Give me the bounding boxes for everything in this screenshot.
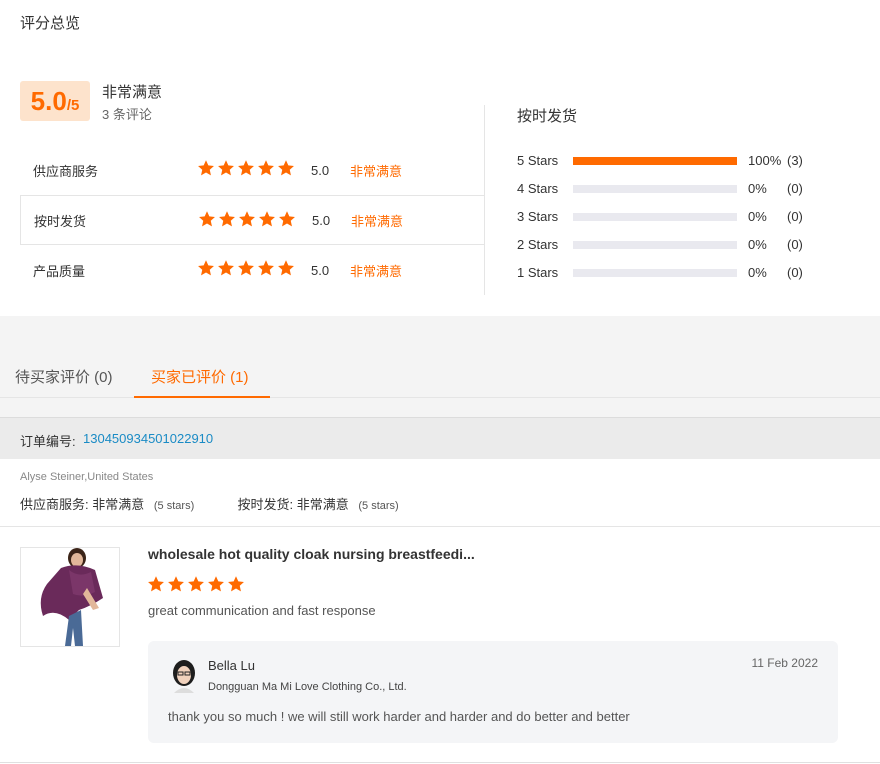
supplier-reply: Bella Lu Dongguan Ma Mi Love Clothing Co…	[148, 641, 838, 743]
category-level: 非常满意	[351, 213, 404, 229]
star-icon	[237, 259, 255, 277]
star-icon	[217, 259, 235, 277]
distribution-percent: 0%	[748, 181, 767, 196]
category-value: 5.0	[311, 162, 330, 178]
review-text: great communication and fast response	[148, 603, 376, 618]
distribution-label: 4 Stars	[517, 181, 559, 196]
sub-rating-stars: (5 stars)	[358, 500, 399, 512]
distribution-title: 按时发货	[517, 108, 578, 125]
distribution-percent: 100%	[748, 153, 782, 168]
star-icon	[277, 259, 295, 277]
product-image	[21, 548, 119, 646]
star-icon	[187, 575, 205, 593]
star-icon	[207, 575, 225, 593]
order-number-label: 订单编号:	[20, 434, 76, 449]
star-icon	[217, 159, 235, 177]
distribution-bar-fill	[573, 157, 737, 165]
distribution-label: 1 Stars	[517, 265, 559, 280]
distribution-count: (0)	[787, 209, 803, 224]
sub-rating-stars: (5 stars)	[153, 500, 195, 512]
distribution-bar	[573, 241, 737, 249]
sub-ratings: 供应商服务: 非常满意 (5 stars) 按时发货: 非常满意 (5 star…	[20, 494, 399, 513]
distribution-row: 2 Stars 0% (0)	[517, 237, 817, 253]
star-rating	[198, 210, 296, 228]
distribution-row: 5 Stars 100% (3)	[517, 153, 817, 169]
category-name: 供应商服务	[33, 163, 99, 179]
distribution-count: (0)	[787, 181, 803, 196]
star-icon	[218, 210, 236, 228]
distribution-label: 2 Stars	[517, 237, 559, 252]
distribution-percent: 0%	[748, 209, 767, 224]
star-rating	[197, 159, 295, 177]
reply-text: thank you so much ! we will still work h…	[168, 709, 630, 724]
distribution-count: (3)	[787, 153, 803, 168]
category-value: 5.0	[312, 212, 331, 228]
star-icon	[258, 210, 276, 228]
order-number-link[interactable]: 130450934501022910	[83, 431, 213, 446]
category-value: 5.0	[311, 262, 330, 278]
tab-buyer-reviewed[interactable]: 买家已评价 (1)	[151, 366, 249, 387]
sub-rating-level: 非常满意	[296, 497, 349, 512]
category-name: 按时发货	[34, 213, 87, 229]
product-title-link[interactable]: wholesale hot quality cloak nursing brea…	[148, 546, 475, 562]
sub-rating-level: 非常满意	[92, 497, 145, 512]
star-icon	[167, 575, 185, 593]
star-icon	[198, 210, 216, 228]
distribution-bar	[573, 213, 737, 221]
star-icon	[197, 159, 215, 177]
divider	[0, 762, 880, 763]
distribution-label: 3 Stars	[517, 209, 559, 224]
distribution-bar	[573, 185, 737, 193]
reviewer-name: Alyse Steiner,United States	[20, 471, 154, 483]
reply-company-name: Dongguan Ma Mi Love Clothing Co., Ltd.	[208, 681, 407, 693]
star-rating	[197, 259, 295, 277]
category-row-supplier-service: 供应商服务 5.0 非常满意	[20, 145, 485, 195]
distribution-label: 5 Stars	[517, 153, 559, 168]
distribution-percent: 0%	[748, 265, 767, 280]
product-thumbnail[interactable]	[20, 547, 120, 647]
star-icon	[227, 575, 245, 593]
distribution-row: 4 Stars 0% (0)	[517, 181, 817, 197]
star-icon	[277, 159, 295, 177]
vertical-divider	[484, 105, 485, 295]
distribution-percent: 0%	[748, 237, 767, 252]
order-header: 订单编号: 130450934501022910	[0, 417, 880, 459]
review-count: 3 条评论	[102, 107, 152, 122]
category-row-product-quality: 产品质量 5.0 非常满意	[20, 245, 485, 295]
reply-date: 11 Feb 2022	[751, 656, 819, 670]
review-tabs: 待买家评价 (0) 买家已评价 (1)	[0, 316, 880, 398]
star-icon	[197, 259, 215, 277]
star-icon	[147, 575, 165, 593]
distribution-row: 1 Stars 0% (0)	[517, 265, 817, 281]
review-star-rating	[147, 575, 245, 593]
category-level: 非常满意	[350, 163, 403, 179]
sub-rating-name: 按时发货:	[237, 497, 294, 512]
category-row-on-time-delivery[interactable]: 按时发货 5.0 非常满意	[20, 195, 485, 245]
sub-rating-name: 供应商服务:	[20, 497, 89, 512]
distribution-bar	[573, 269, 737, 277]
distribution-count: (0)	[787, 265, 803, 280]
category-level: 非常满意	[350, 263, 403, 279]
star-icon	[278, 210, 296, 228]
star-icon	[257, 259, 275, 277]
avatar	[170, 659, 198, 693]
page-title: 评分总览	[20, 15, 81, 32]
category-name: 产品质量	[33, 263, 86, 279]
overall-score-badge: 5.0 /5	[20, 81, 90, 121]
reply-author-name: Bella Lu	[208, 658, 255, 673]
overall-label: 非常满意	[102, 84, 163, 101]
distribution-bar	[573, 157, 737, 165]
tab-pending-reviews[interactable]: 待买家评价 (0)	[15, 366, 113, 387]
overall-score-max: /5	[66, 97, 80, 114]
overall-score: 5.0	[30, 86, 67, 116]
distribution-count: (0)	[787, 237, 803, 252]
distribution-row: 3 Stars 0% (0)	[517, 209, 817, 225]
star-icon	[257, 159, 275, 177]
star-icon	[238, 210, 256, 228]
divider	[0, 526, 880, 527]
band-spacer	[0, 398, 880, 417]
star-icon	[237, 159, 255, 177]
